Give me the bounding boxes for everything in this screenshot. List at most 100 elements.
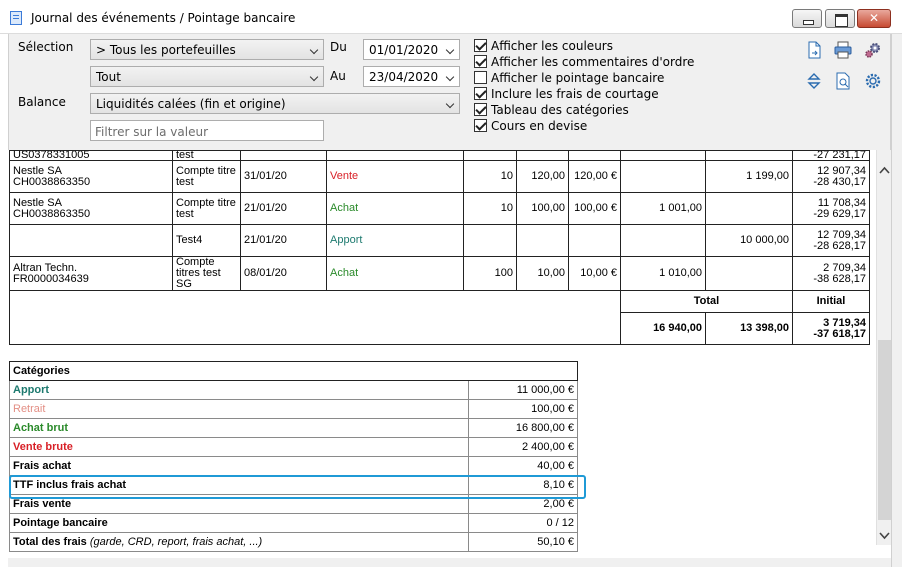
category-row: Apport 11 000,00 € bbox=[9, 380, 578, 400]
categories-header: Catégories bbox=[9, 361, 578, 381]
total-debit: 16 940,00 bbox=[620, 312, 706, 345]
table-row[interactable]: US0378331005 test -27 231,17 bbox=[9, 150, 870, 161]
app-icon bbox=[10, 11, 22, 25]
window-title: Journal des événements / Pointage bancai… bbox=[31, 11, 296, 25]
debit-cell: 1 001,00 bbox=[620, 192, 706, 225]
selection-value: > Tous les portefeuilles bbox=[96, 43, 236, 57]
option-tableau-categories[interactable]: Tableau des catégories bbox=[474, 102, 629, 117]
category-row: Vente brute 2 400,00 € bbox=[9, 437, 578, 457]
security-cell: US0378331005 bbox=[9, 150, 173, 161]
au-label: Au bbox=[330, 69, 346, 83]
balance-cell: -27 231,17 bbox=[792, 150, 870, 161]
option-cours-devise[interactable]: Cours en devise bbox=[474, 118, 587, 133]
chevron-down-icon bbox=[445, 72, 455, 82]
balance-dropdown[interactable]: Liquidités calées (fin et origine) bbox=[90, 93, 460, 114]
gear-icon[interactable] bbox=[864, 72, 882, 90]
quantity-cell: 100 bbox=[463, 256, 517, 291]
checkbox[interactable] bbox=[474, 87, 487, 100]
initial-label: Initial bbox=[792, 290, 870, 313]
price-cell: 100,00 bbox=[516, 192, 569, 225]
option-afficher-pointage[interactable]: Afficher le pointage bancaire bbox=[474, 70, 664, 85]
balance-cell: 2 709,34 -38 628,17 bbox=[792, 256, 870, 291]
au-date-picker[interactable]: 23/04/2020 bbox=[363, 66, 460, 87]
chevron-down-icon bbox=[445, 45, 455, 55]
scroll-down-icon[interactable] bbox=[879, 530, 890, 541]
credit-cell: 10 000,00 bbox=[705, 224, 793, 257]
print-icon[interactable] bbox=[834, 41, 852, 59]
account-cell: Test4 bbox=[172, 224, 241, 257]
price-eur-cell: 120,00 € bbox=[568, 160, 621, 193]
quantity-cell: 10 bbox=[463, 160, 517, 193]
account-cell: Compte titres test SG bbox=[172, 256, 241, 291]
account-cell: Compte titre test bbox=[172, 192, 241, 225]
checkbox[interactable] bbox=[474, 71, 487, 84]
checkbox[interactable] bbox=[474, 39, 487, 52]
minimize-button[interactable] bbox=[792, 9, 822, 28]
checkbox[interactable] bbox=[474, 103, 487, 116]
maximize-button[interactable] bbox=[825, 9, 855, 28]
credit-cell bbox=[705, 192, 793, 225]
operation-cell: Vente bbox=[326, 160, 464, 193]
quantity-cell: 10 bbox=[463, 192, 517, 225]
totals-header-row: Total Initial bbox=[9, 290, 870, 345]
option-afficher-commentaires[interactable]: Afficher les commentaires d'ordre bbox=[474, 54, 694, 69]
du-value: 01/01/2020 bbox=[369, 43, 439, 57]
checkbox[interactable] bbox=[474, 55, 487, 68]
checkbox[interactable] bbox=[474, 119, 487, 132]
balance-value: Liquidités calées (fin et origine) bbox=[96, 97, 286, 111]
category-row: Achat brut 16 800,00 € bbox=[9, 418, 578, 438]
security-cell bbox=[9, 224, 173, 257]
table-row[interactable]: Test4 21/01/20 Apport 10 000,00 12 709,3… bbox=[9, 224, 870, 257]
scrollbar-thumb[interactable] bbox=[878, 340, 891, 520]
export-document-icon[interactable] bbox=[805, 41, 823, 59]
total-label: Total bbox=[620, 290, 793, 313]
chevron-down-icon bbox=[445, 99, 455, 109]
close-button[interactable] bbox=[857, 9, 891, 28]
selection-label: Sélection bbox=[18, 40, 74, 54]
preview-document-icon[interactable] bbox=[834, 72, 852, 90]
journal-grid: US0378331005 test -27 231,17 Nestle SA CH… bbox=[8, 150, 876, 558]
date-cell: 08/01/20 bbox=[240, 256, 327, 291]
table-row[interactable]: Nestle SA CH0038863350 Compte titre test 2… bbox=[9, 192, 870, 225]
date-cell: 21/01/20 bbox=[240, 224, 327, 257]
balance-cell: 12 907,34 -28 430,17 bbox=[792, 160, 870, 193]
title-bar: Journal des événements / Pointage bancai… bbox=[0, 0, 902, 34]
category-row: Retrait 100,00 € bbox=[9, 399, 578, 419]
price-eur-cell: 10,00 € bbox=[568, 256, 621, 291]
security-cell: Altran Techn. FR0000034639 bbox=[9, 256, 173, 291]
balance-cell: 12 709,34 -28 628,17 bbox=[792, 224, 870, 257]
balance-cell: 11 708,34 -29 629,17 bbox=[792, 192, 870, 225]
credit-cell bbox=[705, 256, 793, 291]
du-label: Du bbox=[330, 40, 347, 54]
debit-cell bbox=[620, 160, 706, 193]
category-row: Frais vente 2,00 € bbox=[9, 494, 578, 514]
price-cell: 120,00 bbox=[516, 160, 569, 193]
security-cell: Nestle SA CH0038863350 bbox=[9, 160, 173, 193]
chevron-down-icon bbox=[309, 72, 319, 82]
filter-value-input[interactable] bbox=[90, 120, 324, 141]
option-inclure-frais[interactable]: Inclure les frais de courtage bbox=[474, 86, 659, 101]
filter-panel: Sélection > Tous les portefeuilles Tout … bbox=[8, 34, 891, 150]
categories-table: Catégories Apport 11 000,00 € Retrait 100,… bbox=[9, 361, 578, 552]
date-cell: 31/01/20 bbox=[240, 160, 327, 193]
scroll-up-icon[interactable] bbox=[879, 165, 890, 176]
settings-cogs-icon[interactable] bbox=[864, 41, 882, 59]
du-date-picker[interactable]: 01/01/2020 bbox=[363, 39, 460, 60]
balance-label: Balance bbox=[18, 95, 66, 109]
expand-collapse-icon[interactable] bbox=[805, 72, 823, 90]
account-cell: Compte titre test bbox=[172, 160, 241, 193]
vertical-scrollbar[interactable] bbox=[876, 150, 891, 545]
operation-cell: Achat bbox=[326, 192, 464, 225]
selection-dropdown[interactable]: > Tous les portefeuilles bbox=[90, 39, 324, 60]
category-row: TTF inclus frais achat 8,10 € bbox=[9, 475, 578, 495]
total-credit: 13 398,00 bbox=[705, 312, 793, 345]
table-row[interactable]: Nestle SA CH0038863350 Compte titre test 3… bbox=[9, 160, 870, 193]
operation-cell: Apport bbox=[326, 224, 464, 257]
credit-cell: 1 199,00 bbox=[705, 160, 793, 193]
price-cell: 10,00 bbox=[516, 256, 569, 291]
type-dropdown[interactable]: Tout bbox=[90, 66, 324, 87]
chevron-down-icon bbox=[309, 45, 319, 55]
price-eur-cell: 100,00 € bbox=[568, 192, 621, 225]
table-row[interactable]: Altran Techn. FR0000034639 Compte titres t… bbox=[9, 256, 870, 291]
option-afficher-couleurs[interactable]: Afficher les couleurs bbox=[474, 38, 613, 53]
